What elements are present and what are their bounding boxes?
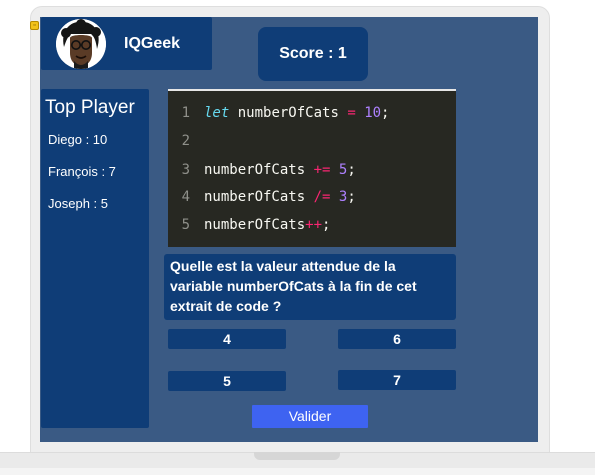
line-number: 2: [181, 133, 190, 149]
code-snippet: 1 let numberOfCats = 10; 2 3 numberOfCats +=…: [168, 89, 456, 247]
submit-button[interactable]: Valider: [252, 405, 368, 428]
leaderboard-row: Diego : 10: [48, 132, 108, 147]
answer-option-2[interactable]: 6: [338, 329, 456, 349]
line-number: 1: [181, 105, 190, 121]
code-text: numberOfCats += 5;: [204, 162, 356, 182]
code-token: +=: [313, 162, 331, 178]
code-token: /=: [313, 189, 331, 205]
code-line: 2: [168, 133, 204, 153]
leaderboard-row: François : 7: [48, 164, 116, 179]
leaderboard-panel: Top Player Diego : 10 François : 7 Josep…: [41, 89, 149, 428]
question-text: Quelle est la valeur attendue de la vari…: [164, 254, 456, 320]
code-token: ;: [381, 105, 390, 121]
brand-name: IQGeek: [124, 34, 181, 52]
line-number: 4: [181, 189, 190, 205]
code-text: numberOfCats /= 3;: [204, 189, 356, 209]
code-line: 4 numberOfCats /= 3;: [168, 189, 356, 209]
code-token: 10: [364, 105, 382, 121]
code-text: numberOfCats++;: [204, 217, 330, 237]
code-token: numberOfCats: [229, 105, 348, 121]
code-text: let numberOfCats = 10;: [204, 105, 389, 125]
code-token: numberOfCats: [204, 217, 306, 233]
line-number: 5: [181, 217, 190, 233]
laptop-notch: [254, 452, 340, 460]
code-token: ;: [347, 162, 356, 178]
code-line: 3 numberOfCats += 5;: [168, 162, 356, 182]
geek-avatar-icon: [56, 18, 106, 69]
code-token: numberOfCats: [204, 162, 314, 178]
code-line: 5 numberOfCats++;: [168, 217, 331, 237]
code-token: numberOfCats: [204, 189, 314, 205]
laptop-foot: [0, 468, 595, 475]
answer-option-4[interactable]: 7: [338, 370, 456, 390]
code-token: =: [347, 105, 356, 121]
score-badge: Score : 1: [258, 27, 368, 81]
answer-option-1[interactable]: 4: [168, 329, 286, 349]
brand-header: IQGeek: [41, 17, 212, 70]
code-token: let: [204, 105, 230, 121]
code-line: 1 let numberOfCats = 10;: [168, 105, 390, 125]
code-token: ;: [322, 217, 331, 233]
code-token: ;: [347, 189, 356, 205]
code-token: ++: [305, 217, 323, 233]
avatar: [56, 18, 106, 69]
leaderboard-title: Top Player: [45, 97, 135, 118]
answer-option-3[interactable]: 5: [168, 371, 286, 391]
line-number: 3: [181, 162, 190, 178]
score-label: Score : 1: [279, 45, 347, 62]
broken-image-icon: ▫: [30, 21, 39, 30]
leaderboard-row: Joseph : 5: [48, 196, 108, 211]
